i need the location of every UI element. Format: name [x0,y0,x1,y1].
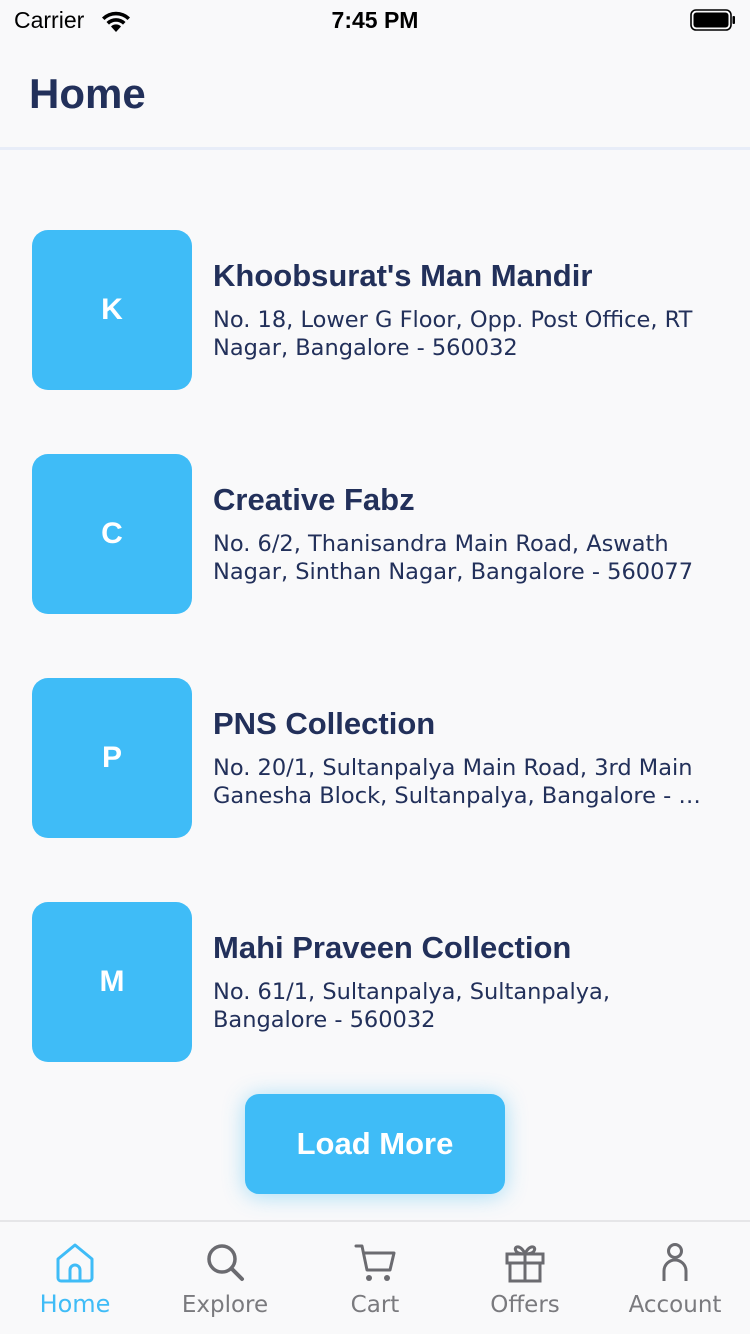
store-name: Mahi Praveen Collection [213,930,572,965]
store-avatar: M [32,902,192,1062]
tab-offers[interactable]: Offers [450,1222,600,1334]
home-icon [56,1243,94,1283]
page-header: Home [0,40,750,150]
store-address: No. 18, Lower G Floor, Opp. Post Office,… [213,307,693,361]
store-avatar: K [32,230,192,390]
tab-account[interactable]: Account [600,1222,750,1334]
battery-icon [690,9,735,31]
list-item[interactable]: P PNS Collection No. 20/1, Sultanpalya M… [0,678,750,902]
store-avatar: P [32,678,192,838]
store-name: Khoobsurat's Man Mandir [213,258,593,293]
clock: 7:45 PM [331,7,419,33]
status-bar: Carrier 7:45 PM [0,0,750,40]
list-item[interactable]: M Mahi Praveen Collection No. 61/1, Sult… [0,902,750,1126]
person-icon [662,1243,688,1281]
store-address: No. 61/1, Sultanpalya, Sultanpalya, Bang… [213,979,610,1033]
tab-label: Home [39,1290,111,1318]
tab-explore[interactable]: Explore [150,1222,300,1334]
store-address: No. 6/2, Thanisandra Main Road, Aswath N… [213,531,694,585]
tab-label: Account [628,1292,722,1318]
cart-icon [354,1244,396,1281]
tab-label: Cart [350,1292,400,1318]
store-name: Creative Fabz [213,482,415,517]
search-icon [207,1244,244,1281]
tab-home[interactable]: Home [0,1222,150,1334]
bottom-tab-bar: Home Explore Cart Offers Account [0,1220,750,1334]
store-list: K Khoobsurat's Man Mandir No. 18, Lower … [0,230,750,1126]
page-title: Home [29,70,146,117]
tab-cart[interactable]: Cart [300,1222,450,1334]
store-name: PNS Collection [213,706,436,741]
gift-icon [505,1245,545,1283]
tab-label: Explore [181,1292,269,1318]
list-item[interactable]: C Creative Fabz No. 6/2, Thanisandra Mai… [0,454,750,678]
tab-label: Offers [490,1292,560,1318]
list-item[interactable]: K Khoobsurat's Man Mandir No. 18, Lower … [0,230,750,454]
load-more-button[interactable]: Load More [245,1094,505,1194]
store-avatar: C [32,454,192,614]
store-address: No. 20/1, Sultanpalya Main Road, 3rd Mai… [213,755,701,809]
